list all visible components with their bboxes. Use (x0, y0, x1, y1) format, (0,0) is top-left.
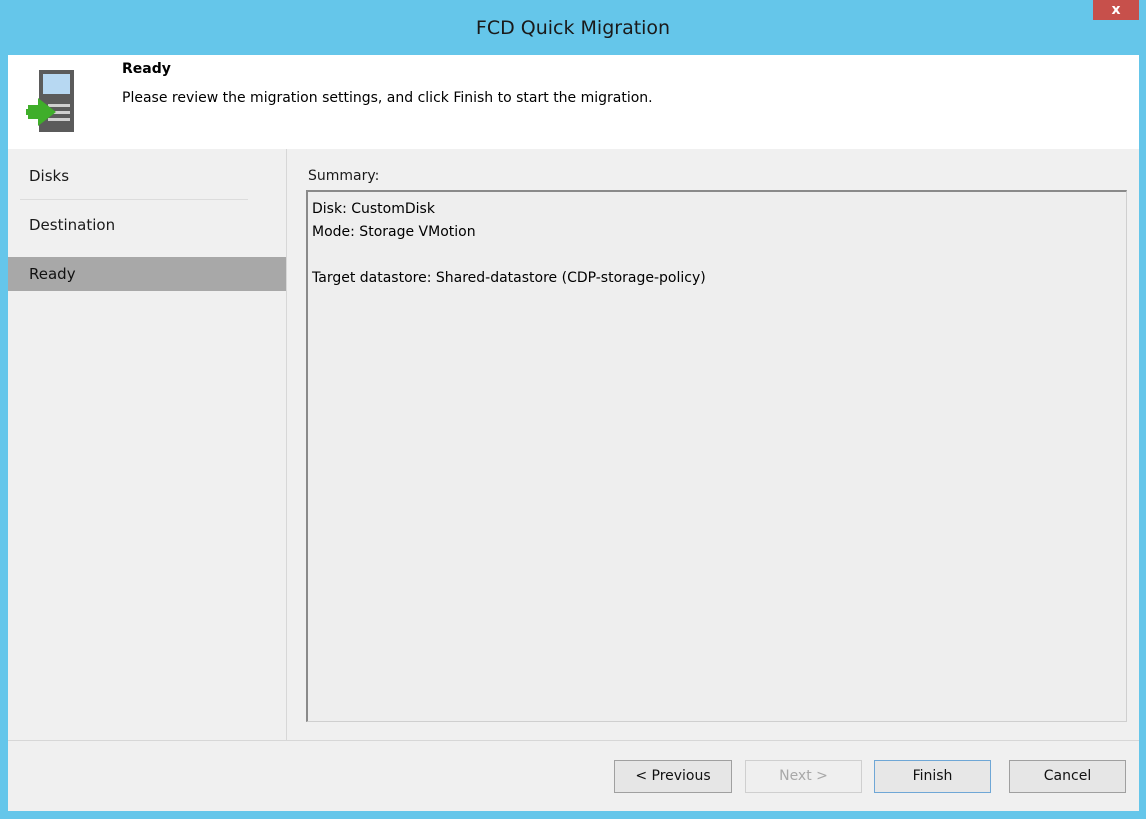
summary-line-mode: Mode: Storage VMotion (312, 224, 476, 240)
wizard-header: Ready Please review the migration settin… (8, 55, 1139, 149)
migration-icon (20, 70, 86, 138)
step-label: Destination (29, 216, 116, 234)
dialog-client-area: Ready Please review the migration settin… (8, 55, 1139, 811)
summary-line-target: Target datastore: Shared-datastore (CDP-… (312, 270, 706, 286)
title-bar[interactable]: FCD Quick Migration x (0, 0, 1146, 55)
header-title: Ready (122, 61, 171, 77)
step-destination[interactable]: Destination (8, 208, 286, 242)
finish-button[interactable]: Finish (874, 760, 991, 793)
wizard-steps-sidebar: Disks Destination Ready (8, 149, 287, 740)
previous-button[interactable]: < Previous (614, 760, 732, 793)
step-disks[interactable]: Disks (8, 159, 286, 193)
summary-line-disk: Disk: CustomDisk (312, 201, 435, 217)
close-icon: x (1111, 2, 1121, 18)
summary-textbox[interactable]: Disk: CustomDisk Mode: Storage VMotion T… (306, 190, 1127, 722)
cancel-button[interactable]: Cancel (1009, 760, 1126, 793)
summary-label: Summary: (308, 168, 380, 184)
step-label: Disks (29, 167, 70, 185)
window-title: FCD Quick Migration (475, 17, 671, 39)
close-button[interactable]: x (1093, 0, 1139, 20)
step-ready[interactable]: Ready (8, 257, 286, 291)
header-description: Please review the migration settings, an… (122, 90, 653, 106)
wizard-footer: < Previous Next > Finish Cancel (8, 740, 1139, 811)
step-divider (20, 199, 248, 200)
next-button[interactable]: Next > (745, 760, 862, 793)
summary-line-blank (312, 244, 1122, 267)
step-label: Ready (29, 265, 76, 283)
dialog-window: FCD Quick Migration x Ready Please revie (0, 0, 1146, 819)
